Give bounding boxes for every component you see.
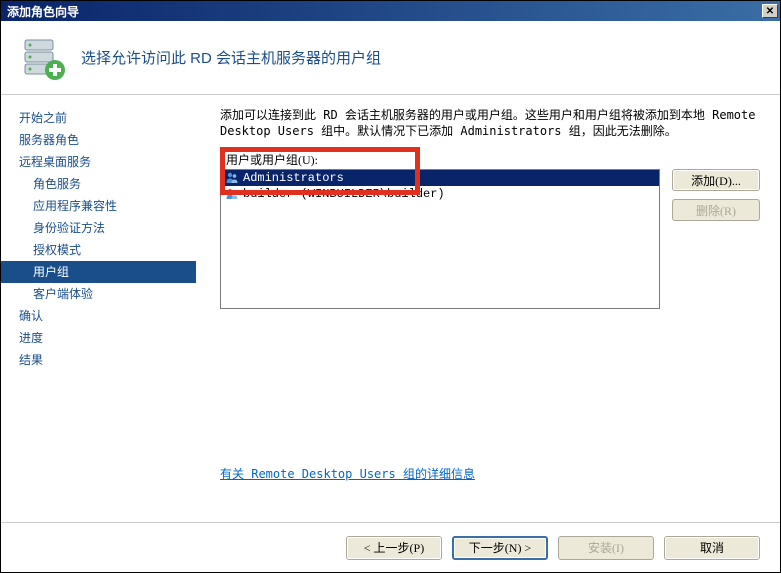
users-icon [225, 171, 239, 185]
users-icon [225, 187, 239, 201]
sidebar-item[interactable]: 应用程序兼容性 [1, 195, 196, 217]
sidebar-item[interactable]: 确认 [1, 305, 196, 327]
sidebar-item[interactable]: 身份验证方法 [1, 217, 196, 239]
sidebar-item[interactable]: 服务器角色 [1, 129, 196, 151]
next-button[interactable]: 下一步(N) > [452, 536, 548, 560]
listbox-wrap: 用户或用户组(U): Administratorsbuilder (WINBUI… [220, 153, 660, 309]
close-button[interactable]: ✕ [762, 4, 778, 18]
prev-button[interactable]: < 上一步(P) [346, 536, 442, 560]
sidebar-item[interactable]: 授权模式 [1, 239, 196, 261]
footer: < 上一步(P) 下一步(N) > 安装(I) 取消 [1, 522, 780, 572]
description-text: 添加可以连接到此 RD 会话主机服务器的用户或用户组。这些用户和用户组将被添加到… [220, 107, 760, 139]
help-link[interactable]: 有关 Remote Desktop Users 组的详细信息 [220, 465, 760, 482]
page-title: 选择允许访问此 RD 会话主机服务器的用户组 [81, 47, 381, 68]
sidebar-item[interactable]: 结果 [1, 349, 196, 371]
sidebar: 开始之前服务器角色远程桌面服务角色服务应用程序兼容性身份验证方法授权模式用户组客… [1, 95, 196, 522]
titlebar: 添加角色向导 ✕ [1, 1, 780, 21]
header: 选择允许访问此 RD 会话主机服务器的用户组 [1, 21, 780, 95]
sidebar-item[interactable]: 开始之前 [1, 107, 196, 129]
cancel-button[interactable]: 取消 [664, 536, 760, 560]
users-listbox[interactable]: Administratorsbuilder (WINBUILDER\builde… [220, 169, 660, 309]
list-label: 用户或用户组(U): [226, 151, 318, 168]
sidebar-item[interactable]: 角色服务 [1, 173, 196, 195]
sidebar-item[interactable]: 远程桌面服务 [1, 151, 196, 173]
list-item-label: Administrators [243, 170, 344, 186]
body: 开始之前服务器角色远程桌面服务角色服务应用程序兼容性身份验证方法授权模式用户组客… [1, 95, 780, 522]
list-item-label: builder (WINBUILDER\builder) [243, 186, 445, 202]
sidebar-item[interactable]: 用户组 [1, 261, 196, 283]
main-panel: 添加可以连接到此 RD 会话主机服务器的用户或用户组。这些用户和用户组将被添加到… [196, 95, 780, 522]
list-buttons: 添加(D)... 删除(R) [672, 169, 760, 309]
window-title: 添加角色向导 [3, 3, 762, 20]
install-button: 安装(I) [558, 536, 654, 560]
wizard-window: 添加角色向导 ✕ 选择允许访问此 RD 会话主机服务器的用户组 开始之前服务器角… [0, 0, 781, 573]
sidebar-item[interactable]: 进度 [1, 327, 196, 349]
list-area: 用户或用户组(U): Administratorsbuilder (WINBUI… [220, 153, 760, 309]
add-button[interactable]: 添加(D)... [672, 169, 760, 191]
remove-button: 删除(R) [672, 199, 760, 221]
server-add-icon [19, 34, 67, 82]
sidebar-item[interactable]: 客户端体验 [1, 283, 196, 305]
list-item[interactable]: builder (WINBUILDER\builder) [221, 186, 659, 202]
list-item[interactable]: Administrators [221, 170, 659, 186]
